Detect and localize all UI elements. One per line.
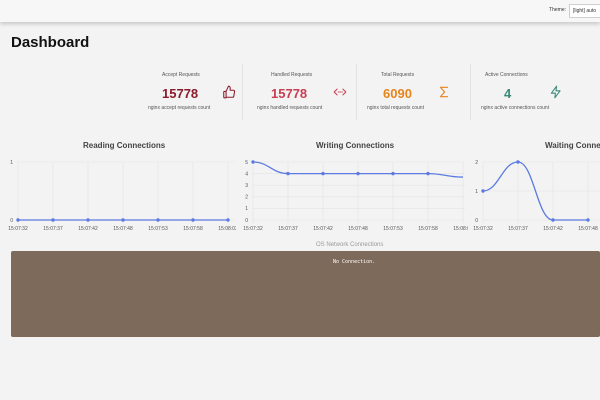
- network-connections-panel: [11, 251, 600, 337]
- x-tick-label: 15:07:48: [578, 226, 598, 232]
- x-tick-label: 15:07:37: [508, 226, 528, 232]
- x-tick-label: 15:07:58: [183, 226, 203, 232]
- stat-active-connections: Active Connections 4 nginx active connec…: [470, 64, 584, 120]
- arrows-horizontal-icon: [333, 88, 347, 96]
- y-tick-label: 0: [10, 218, 13, 224]
- page-title: Dashboard: [11, 34, 90, 51]
- stat-desc: nginx active connections count: [481, 105, 550, 111]
- x-tick-label: 15:07:53: [148, 226, 168, 232]
- theme-label: Theme:: [549, 7, 566, 13]
- y-tick-label: 1: [245, 206, 248, 212]
- top-bar: Theme: [light] auto: [0, 0, 600, 22]
- data-point[interactable]: [391, 171, 395, 176]
- x-tick-label: 15:07:32: [473, 226, 493, 232]
- x-tick-label: 15:07:42: [543, 226, 563, 232]
- theme-select[interactable]: [light] auto: [569, 4, 600, 18]
- x-tick-label: 15:07:32: [243, 226, 263, 232]
- data-point[interactable]: [586, 218, 590, 222]
- y-tick-label: 3: [245, 183, 248, 189]
- data-point[interactable]: [121, 218, 125, 222]
- y-tick-label: 0: [245, 218, 248, 224]
- data-point[interactable]: [286, 171, 290, 176]
- y-tick-label: 1: [475, 189, 478, 195]
- y-tick-label: 1: [10, 160, 13, 166]
- reading-connections-chart: 0 1 15:07:32 15:07:37 15:07:42 15:07:48 15:07:…: [8, 160, 236, 232]
- data-point[interactable]: [191, 218, 195, 222]
- stat-desc: nginx accept requests count: [148, 105, 211, 111]
- stat-value: 15778: [271, 86, 308, 101]
- data-point[interactable]: [156, 218, 160, 222]
- network-status-message: No Connection.: [333, 259, 376, 265]
- data-point[interactable]: [516, 160, 520, 164]
- data-point[interactable]: [86, 218, 90, 222]
- chart-title-reading: Reading Connections: [83, 141, 166, 150]
- sigma-icon: [439, 86, 449, 98]
- x-tick-label: 15:08:02: [453, 226, 468, 232]
- writing-connections-chart: 0 1 2 3 4 5 15:07:32 15:07:37 15:07:42 15:07:48 15…: [243, 160, 468, 232]
- network-section-title: OS Network Connections: [316, 242, 384, 248]
- chart-title-waiting: Waiting Connections: [545, 141, 600, 150]
- x-tick-label: 15:07:37: [43, 226, 63, 232]
- data-point[interactable]: [426, 171, 430, 176]
- stat-label: Active Connections: [485, 72, 528, 78]
- data-point[interactable]: [356, 171, 360, 176]
- stat-handled-requests: Handled Requests 15778 nginx handled req…: [242, 64, 356, 120]
- data-point[interactable]: [51, 218, 55, 222]
- stat-desc: nginx total requests count: [367, 105, 424, 111]
- y-tick-label: 5: [245, 160, 248, 166]
- data-point[interactable]: [16, 218, 20, 222]
- x-tick-label: 15:07:32: [8, 226, 28, 232]
- stats-row: Accept Requests 15778 nginx accept reque…: [128, 64, 600, 124]
- y-tick-label: 4: [245, 171, 248, 177]
- stat-value: 6090: [383, 86, 412, 101]
- waiting-connections-chart: 0 1 2 15:07:32 15:07:37 15:07:42 15:07:48: [473, 160, 600, 232]
- data-point[interactable]: [481, 189, 485, 193]
- data-point[interactable]: [251, 160, 255, 164]
- data-point[interactable]: [226, 218, 230, 222]
- x-tick-label: 15:07:37: [278, 226, 298, 232]
- stat-total-requests: Total Requests 6090 nginx total requests…: [356, 64, 470, 120]
- data-point[interactable]: [321, 171, 325, 176]
- x-tick-label: 15:08:02: [218, 226, 236, 232]
- stat-value: 15778: [162, 86, 199, 101]
- stat-desc: nginx handled requests count: [257, 105, 323, 111]
- stat-accept-requests: Accept Requests 15778 nginx accept reque…: [128, 64, 242, 120]
- y-tick-label: 2: [475, 160, 478, 166]
- x-tick-label: 15:07:53: [383, 226, 403, 232]
- y-tick-label: 0: [475, 218, 478, 224]
- x-tick-label: 15:07:42: [78, 226, 98, 232]
- x-tick-label: 15:07:58: [418, 226, 438, 232]
- x-tick-label: 15:07:48: [113, 226, 133, 232]
- y-tick-label: 2: [245, 195, 248, 201]
- stat-value: 4: [504, 86, 512, 101]
- chart-title-writing: Writing Connections: [316, 141, 395, 150]
- data-point[interactable]: [551, 218, 555, 222]
- thumbs-up-icon: [223, 85, 236, 99]
- x-tick-label: 15:07:48: [348, 226, 368, 232]
- x-tick-label: 15:07:42: [313, 226, 333, 232]
- lightning-icon: [550, 85, 561, 99]
